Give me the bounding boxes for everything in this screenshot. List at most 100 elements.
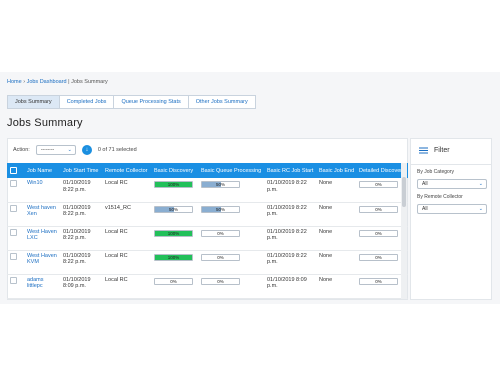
- job-name-link[interactable]: adams littlepc: [24, 274, 60, 299]
- progress-bar: 0%: [359, 205, 398, 213]
- row-checkbox[interactable]: [10, 276, 17, 284]
- job-category-select[interactable]: All ⌄: [417, 179, 487, 189]
- chevron-down-icon: ⌄: [478, 181, 483, 187]
- column-header-remote-collector[interactable]: Remote Collector: [102, 163, 151, 178]
- progress-bar: 0%: [201, 253, 240, 261]
- basic-job-end: None: [316, 202, 356, 227]
- job-name-link[interactable]: Win10: [24, 178, 60, 203]
- job-start-time: 01/10/2019 8:09 p.m.: [60, 274, 102, 299]
- remote-collector: Local RC: [102, 250, 151, 275]
- job-name-link[interactable]: West Haven LXC: [24, 226, 60, 251]
- progress-bar: 0%: [359, 229, 398, 237]
- remote-collector-label: By Remote Collector: [417, 194, 463, 200]
- remote-collector: v1514_RC: [102, 202, 151, 227]
- progress-bar: 50%: [154, 205, 193, 213]
- select-all-header: [7, 163, 24, 178]
- row-select-cell: [7, 226, 24, 251]
- basic-job-end: None: [316, 178, 356, 203]
- basic-discovery-cell: 0%: [151, 274, 198, 299]
- job-start-time: 01/10/2019 8:22 p.m.: [60, 178, 102, 203]
- table-row: adams littlepc 01/10/2019 8:09 p.m. Loca…: [7, 274, 408, 299]
- basic-discovery-cell: 100%: [151, 178, 198, 203]
- table-row: West haven Xen 01/10/2019 8:22 p.m. v151…: [7, 202, 408, 227]
- basic-discovery-cell: 50%: [151, 202, 198, 227]
- progress-bar: 100%: [154, 181, 193, 188]
- tab-jobs-summary[interactable]: Jobs Summary: [7, 95, 60, 109]
- column-header-basic-rc-job-start[interactable]: Basic RC Job Start: [264, 163, 316, 178]
- basic-rc-job-start: 01/10/2019 8:22 p.m.: [264, 202, 316, 227]
- breadcrumb-home[interactable]: Home: [7, 79, 22, 85]
- job-name-link[interactable]: West Haven KVM: [24, 250, 60, 275]
- column-header-basic-job-end[interactable]: Basic Job End: [316, 163, 356, 178]
- column-header-job-start-time[interactable]: Job Start Time: [60, 163, 102, 178]
- progress-bar: 50%: [201, 205, 240, 213]
- basic-discovery-cell: 100%: [151, 250, 198, 275]
- page-title: Jobs Summary: [7, 117, 83, 129]
- basic-job-end: None: [316, 250, 356, 275]
- tab-completed-jobs[interactable]: Completed Jobs: [59, 95, 115, 109]
- progress-label: 0%: [375, 278, 382, 284]
- filter-panel: Filter By Job Category All ⌄ By Remote C…: [410, 138, 492, 300]
- action-bar: Action: -------- ⌄ ↓ 0 of 71 selected: [13, 145, 137, 155]
- action-go-button[interactable]: ↓: [81, 145, 92, 155]
- basic-job-end: None: [316, 274, 356, 299]
- breadcrumb: Home › Jobs Dashboard | Jobs Summary: [7, 79, 108, 85]
- progress-label: 100%: [167, 230, 180, 236]
- tab-queue-processing-stats[interactable]: Queue Processing Stats: [114, 95, 189, 109]
- column-header-job-name[interactable]: Job Name: [24, 163, 60, 178]
- chevron-down-icon: ⌄: [478, 206, 483, 212]
- filter-title: Filter: [434, 147, 450, 154]
- action-select[interactable]: -------- ⌄: [35, 145, 76, 155]
- action-label: Action:: [13, 147, 30, 153]
- progress-bar: 0%: [359, 253, 398, 261]
- basic-queue-processing-cell: 50%: [198, 178, 264, 203]
- column-header-basic-queue-processing[interactable]: Basic Queue Processing: [198, 163, 264, 178]
- remote-collector: Local RC: [102, 226, 151, 251]
- filter-header[interactable]: Filter: [419, 147, 450, 154]
- progress-label: 0%: [375, 206, 382, 212]
- basic-queue-processing-cell: 0%: [198, 226, 264, 251]
- arrow-down-icon: ↓: [85, 147, 89, 153]
- divider: [411, 164, 491, 165]
- row-checkbox[interactable]: [10, 252, 17, 260]
- progress-label: 0%: [375, 182, 382, 187]
- job-start-time: 01/10/2019 8:22 p.m.: [60, 202, 102, 227]
- table-header-row: Job Name Job Start Time Remote Collector…: [7, 163, 408, 178]
- progress-label: 100%: [167, 254, 180, 260]
- progress-bar: 0%: [359, 277, 398, 285]
- basic-discovery-cell: 100%: [151, 226, 198, 251]
- select-all-checkbox[interactable]: [10, 167, 17, 174]
- jobs-table: Job Name Job Start Time Remote Collector…: [7, 163, 408, 299]
- progress-bar: 50%: [201, 181, 240, 188]
- progress-label: 0%: [217, 278, 224, 284]
- scrollbar-thumb[interactable]: [402, 177, 406, 207]
- progress-label: 50%: [168, 206, 178, 212]
- breadcrumb-jobs-dashboard[interactable]: Jobs Dashboard: [27, 79, 67, 85]
- basic-queue-processing-cell: 50%: [198, 202, 264, 227]
- row-select-cell: [7, 250, 24, 275]
- progress-label: 0%: [217, 254, 224, 260]
- tab-other-jobs-summary[interactable]: Other Jobs Summary: [188, 95, 256, 109]
- row-checkbox[interactable]: [10, 204, 17, 212]
- basic-queue-processing-cell: 0%: [198, 250, 264, 275]
- job-start-time: 01/10/2019 8:22 p.m.: [60, 250, 102, 275]
- row-checkbox[interactable]: [10, 180, 17, 187]
- progress-label: 100%: [167, 182, 180, 187]
- progress-label: 50%: [215, 206, 225, 212]
- remote-collector: Local RC: [102, 178, 151, 203]
- basic-rc-job-start: 01/10/2019 8:22 p.m.: [264, 178, 316, 203]
- table-scrollbar[interactable]: [401, 163, 407, 299]
- table-row: Win10 01/10/2019 8:22 p.m. Local RC 100%…: [7, 178, 408, 203]
- action-select-value: --------: [40, 147, 55, 153]
- row-select-cell: [7, 202, 24, 227]
- basic-rc-job-start: 01/10/2019 8:09 p.m.: [264, 274, 316, 299]
- filter-icon: [419, 147, 428, 154]
- job-name-link[interactable]: West haven Xen: [24, 202, 60, 227]
- progress-bar: 0%: [359, 181, 398, 188]
- remote-collector-value: All: [422, 206, 428, 212]
- column-header-basic-discovery[interactable]: Basic Discovery: [151, 163, 198, 178]
- row-checkbox[interactable]: [10, 228, 17, 236]
- progress-bar: 100%: [154, 229, 193, 237]
- job-category-value: All: [422, 181, 428, 187]
- remote-collector-select[interactable]: All ⌄: [417, 204, 487, 214]
